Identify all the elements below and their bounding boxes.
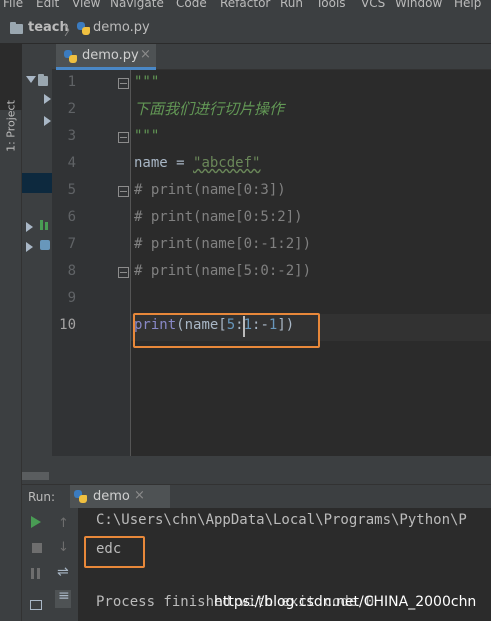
line-number: 7 bbox=[67, 236, 76, 252]
menu-code[interactable]: Code bbox=[176, 0, 207, 10]
pause-icon[interactable] bbox=[31, 568, 34, 579]
menu-run[interactable]: Run bbox=[280, 0, 303, 10]
line-number: 2 bbox=[67, 101, 76, 117]
collapse-arrow-icon[interactable] bbox=[26, 242, 33, 252]
line-number: 5 bbox=[67, 182, 76, 198]
menu-file[interactable]: File bbox=[3, 0, 23, 10]
code-line: 下面我们进行切片操作 bbox=[134, 100, 285, 118]
navigation-bar: teach 〉 demo.py bbox=[0, 12, 491, 44]
line-number: 10 bbox=[59, 317, 76, 333]
collapse-arrow-icon[interactable] bbox=[26, 222, 33, 232]
menu-tools[interactable]: Tools bbox=[316, 0, 346, 10]
menu-navigate[interactable]: Navigate bbox=[110, 0, 164, 10]
library-icon bbox=[40, 220, 43, 230]
code-line: # print(name[0:-1:2]) bbox=[134, 236, 312, 252]
run-panel-title: Run: bbox=[28, 490, 56, 504]
run-tab-label: demo bbox=[93, 489, 130, 504]
rerun-icon[interactable] bbox=[31, 516, 41, 528]
fold-icon[interactable] bbox=[118, 78, 129, 89]
code-line: # print(name[0:3]) bbox=[134, 182, 286, 198]
menu-bar: File Edit View Navigate Code Refactor Run Tools… bbox=[0, 0, 491, 12]
code-line: # print(name[0:5:2]) bbox=[134, 209, 303, 225]
down-arrow-icon[interactable]: ↓ bbox=[58, 540, 69, 555]
folder-icon bbox=[10, 22, 23, 34]
project-tool-tab[interactable]: 1: Project bbox=[0, 44, 22, 152]
python-file-icon bbox=[74, 490, 87, 503]
python-file-icon bbox=[77, 22, 90, 35]
soft-wrap-icon[interactable]: ⇌ bbox=[57, 564, 69, 580]
up-arrow-icon[interactable]: ↑ bbox=[58, 516, 69, 531]
pause-icon-bar bbox=[37, 568, 40, 579]
run-panel-header: Run: demo × bbox=[22, 484, 491, 509]
line-number: 8 bbox=[67, 263, 76, 279]
menu-refactor[interactable]: Refactor bbox=[220, 0, 270, 10]
line-number: 1 bbox=[67, 74, 76, 90]
library-icon-bar bbox=[45, 222, 48, 230]
menu-view[interactable]: View bbox=[72, 0, 100, 10]
line-number: 3 bbox=[67, 128, 76, 144]
python-file-icon bbox=[64, 50, 77, 63]
breadcrumb-file[interactable]: demo.py bbox=[93, 20, 150, 35]
horizontal-scrollbar[interactable] bbox=[22, 472, 49, 480]
menu-vcs[interactable]: VCS bbox=[361, 0, 385, 10]
menu-edit[interactable]: Edit bbox=[36, 0, 59, 10]
close-icon[interactable]: × bbox=[134, 488, 145, 503]
console-path-line: C:\Users\chn\AppData\Local\Programs\Pyth… bbox=[96, 512, 467, 528]
watermark: https://blog.csdn.net/CHINA_2000chn bbox=[214, 594, 477, 610]
editor-tab-strip: demo.py × bbox=[52, 44, 491, 70]
stop-icon[interactable] bbox=[32, 543, 42, 553]
menu-help[interactable]: Help bbox=[454, 0, 481, 10]
editor-tab-label: demo.py bbox=[82, 48, 139, 63]
line-number: 9 bbox=[67, 290, 76, 306]
menu-window[interactable]: Window bbox=[395, 0, 442, 10]
project-tool-tab-label: 1: Project bbox=[4, 100, 18, 152]
scratches-icon bbox=[40, 240, 50, 250]
line-number: 6 bbox=[67, 209, 76, 225]
collapse-arrow-icon[interactable] bbox=[44, 116, 51, 126]
project-panel bbox=[22, 44, 52, 484]
line-number: 4 bbox=[67, 155, 76, 171]
code-line: # print(name[5:0:-2]) bbox=[134, 263, 312, 279]
run-toolbar: ↑ ↓ ⇌ ≡ bbox=[22, 508, 78, 621]
fold-icon[interactable] bbox=[118, 267, 129, 278]
annotation-box-code bbox=[133, 313, 320, 348]
editor-tab-demo[interactable]: demo.py × bbox=[56, 44, 156, 70]
code-line: """ bbox=[134, 128, 160, 144]
scroll-to-end-icon: ≡ bbox=[58, 588, 70, 604]
run-tab-demo[interactable]: demo × bbox=[70, 485, 170, 509]
code-line: """ bbox=[134, 74, 160, 90]
fold-icon[interactable] bbox=[118, 132, 129, 143]
layout-icon[interactable] bbox=[30, 600, 42, 610]
annotation-box-output bbox=[84, 536, 145, 568]
editor-bottom-bar bbox=[52, 456, 491, 484]
code-line: name = "abcdef" bbox=[134, 155, 261, 171]
expand-arrow-icon[interactable] bbox=[26, 76, 36, 83]
folder-icon bbox=[38, 74, 48, 86]
breadcrumb-project[interactable]: teach bbox=[28, 20, 69, 35]
selected-tree-row[interactable] bbox=[22, 173, 52, 193]
gutter-divider bbox=[130, 70, 131, 456]
collapse-arrow-icon[interactable] bbox=[44, 94, 51, 104]
breadcrumb-separator-icon: 〉 bbox=[64, 24, 78, 39]
close-icon[interactable]: × bbox=[140, 47, 151, 62]
fold-icon[interactable] bbox=[118, 186, 129, 197]
